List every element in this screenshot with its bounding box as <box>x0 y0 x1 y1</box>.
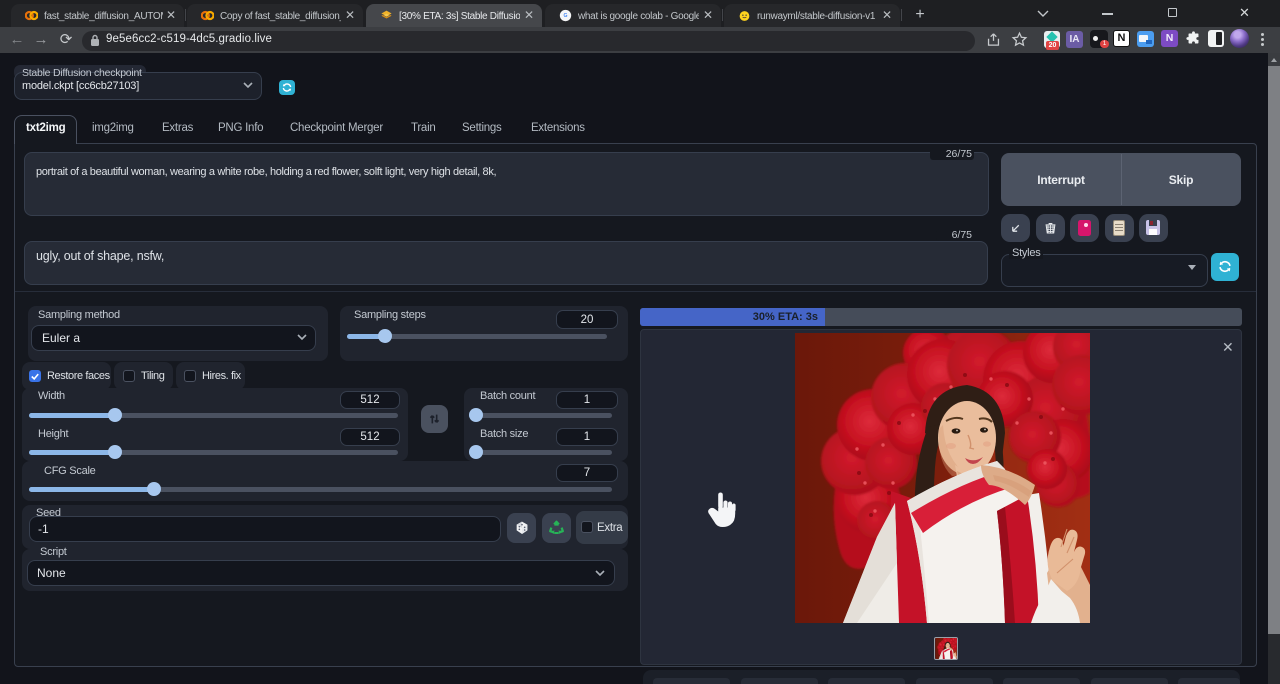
svg-text:G: G <box>564 13 568 19</box>
